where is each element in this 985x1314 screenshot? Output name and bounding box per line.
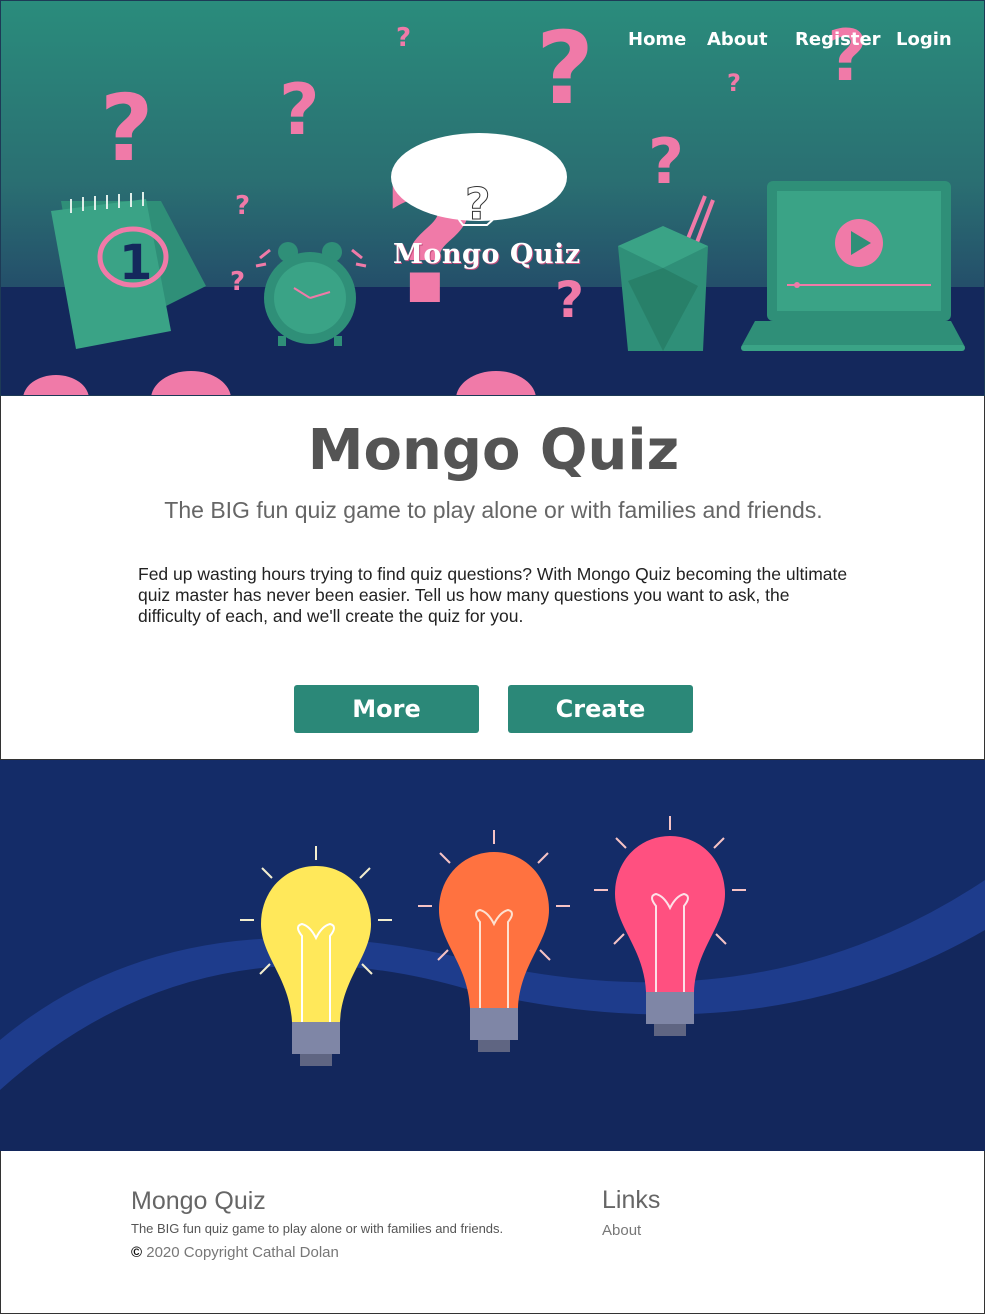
page-title: Mongo Quiz bbox=[307, 418, 680, 483]
hero-bottom-shapes bbox=[23, 371, 536, 395]
question-mark-icon: ? bbox=[396, 23, 412, 53]
create-button[interactable]: Create bbox=[508, 685, 693, 733]
footer-link-about[interactable]: About bbox=[602, 1222, 641, 1239]
lightbulbs-banner bbox=[0, 760, 985, 1151]
copyright-text: 2020 Copyright Cathal Dolan bbox=[146, 1244, 339, 1261]
page-subtitle: The BIG fun quiz game to play alone or w… bbox=[164, 497, 823, 523]
nav-about[interactable]: About bbox=[707, 29, 768, 50]
calendar-day: 1 bbox=[119, 235, 152, 291]
nav-home[interactable]: Home bbox=[628, 29, 686, 50]
footer-links-title: Links bbox=[602, 1186, 661, 1214]
calendar-icon: 1 bbox=[51, 192, 206, 349]
intro-description: Fed up wasting hours trying to find quiz… bbox=[138, 564, 848, 626]
question-mark-icon: ? bbox=[555, 271, 585, 329]
svg-text:?: ? bbox=[465, 179, 491, 230]
lightbulbs-illustration bbox=[0, 816, 985, 1151]
intro-section: Mongo Quiz The BIG fun quiz game to play… bbox=[0, 396, 985, 760]
footer: Mongo Quiz The BIG fun quiz game to play… bbox=[0, 1151, 985, 1314]
nav-register[interactable]: Register bbox=[795, 29, 881, 50]
footer-title: Mongo Quiz bbox=[131, 1187, 266, 1215]
copyright-icon: © bbox=[131, 1244, 143, 1261]
question-mark-icon: ? bbox=[230, 267, 246, 297]
question-mark-icon: ? bbox=[727, 69, 741, 97]
logo-head-icon: ? bbox=[391, 133, 567, 231]
question-mark-icon: ? bbox=[279, 69, 320, 151]
main-nav: Home About Register Login bbox=[628, 29, 958, 59]
hero-banner: ? ? ? ? ? ? ? ? ? ? ? 1 ? Mongo Quiz Hom… bbox=[0, 0, 985, 396]
nav-login[interactable]: Login bbox=[896, 29, 952, 50]
footer-subtitle: The BIG fun quiz game to play alone or w… bbox=[131, 1221, 504, 1236]
more-button[interactable]: More bbox=[294, 685, 479, 733]
laptop-icon bbox=[741, 181, 965, 351]
footer-copyright: © 2020 Copyright Cathal Dolan bbox=[131, 1244, 339, 1261]
takeout-box-icon bbox=[618, 195, 715, 351]
question-mark-icon: ? bbox=[235, 191, 251, 221]
question-mark-icon: ? bbox=[536, 10, 595, 127]
question-mark-icon: ? bbox=[100, 75, 154, 182]
alarm-clock-icon bbox=[255, 242, 367, 346]
hero-logo-text: Mongo Quiz bbox=[393, 239, 581, 270]
question-mark-icon: ? bbox=[648, 125, 684, 198]
